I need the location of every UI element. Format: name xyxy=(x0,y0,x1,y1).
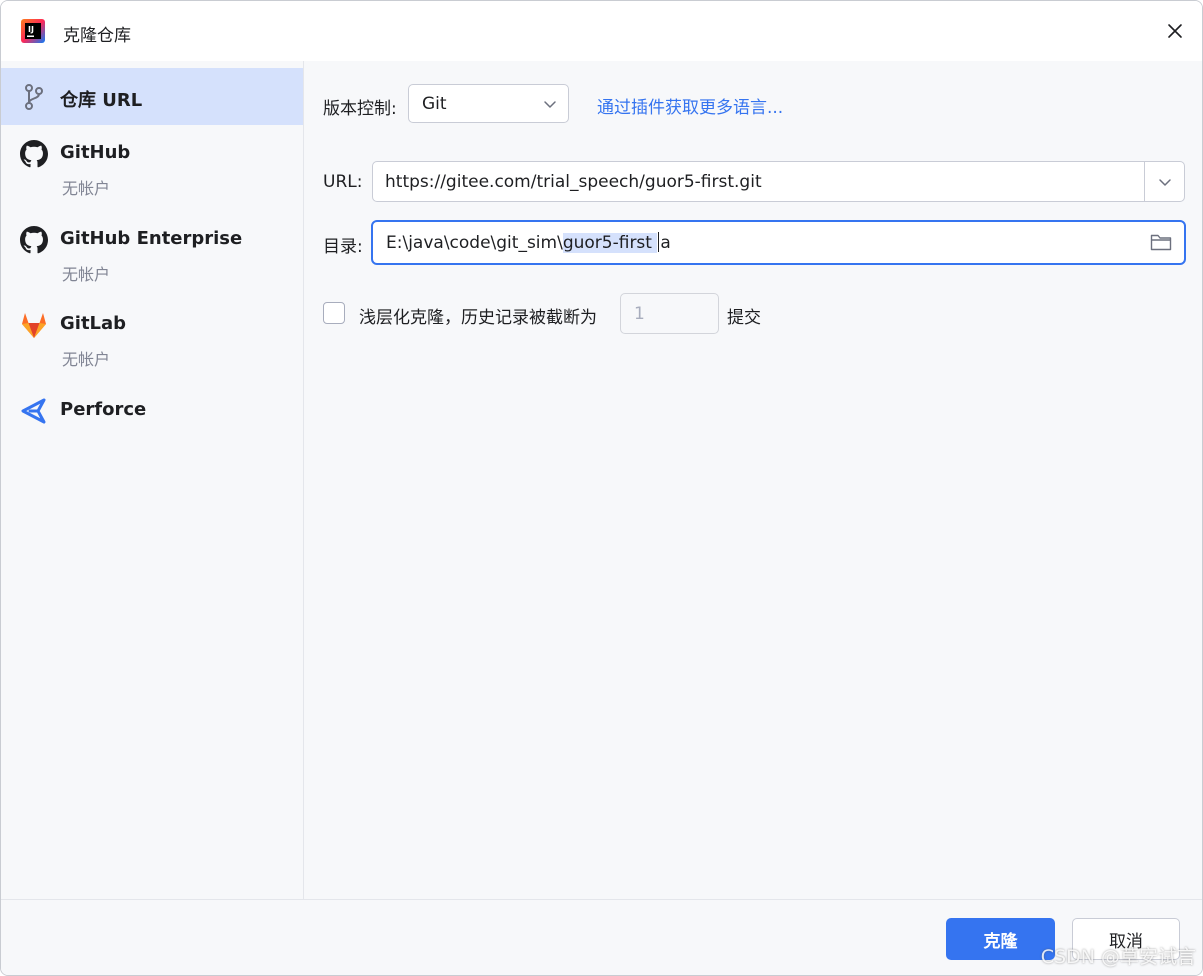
clone-repository-dialog: IJ 克隆仓库 仓库 URL GitHub 无帐户 GitHub Enterpr… xyxy=(0,0,1203,976)
shallow-clone-label: 浅层化克隆，历史记录被截断为 xyxy=(359,308,597,328)
url-label: URL: xyxy=(323,172,363,192)
branch-icon xyxy=(19,82,49,112)
github-icon xyxy=(19,225,49,255)
sidebar-item-github-enterprise[interactable]: GitHub Enterprise 无帐户 xyxy=(1,217,303,291)
sidebar-item-label: 仓库 URL xyxy=(60,90,143,111)
shallow-depth-value: 1 xyxy=(634,304,645,324)
sidebar-item-label: GitHub xyxy=(60,142,131,163)
sidebar-item-account-status: 无帐户 xyxy=(62,265,111,284)
chevron-down-icon xyxy=(1158,178,1171,186)
directory-path-suffix: a xyxy=(660,233,671,253)
directory-label: 目录: xyxy=(323,237,363,257)
clone-button[interactable]: 克隆 xyxy=(946,918,1055,960)
vcs-label: 版本控制: xyxy=(323,99,397,119)
sidebar-item-repository-url[interactable]: 仓库 URL xyxy=(1,68,303,125)
svg-text:IJ: IJ xyxy=(28,25,34,34)
window-title: 克隆仓库 xyxy=(63,26,131,46)
sidebar-item-label: Perforce xyxy=(60,399,147,420)
close-icon xyxy=(1168,24,1182,38)
shallow-clone-checkbox[interactable] xyxy=(323,302,345,324)
folder-icon[interactable] xyxy=(1150,232,1172,252)
shallow-depth-unit: 提交 xyxy=(727,308,761,328)
sidebar-item-gitlab[interactable]: GitLab 无帐户 xyxy=(1,302,303,376)
close-button[interactable] xyxy=(1159,15,1191,47)
intellij-idea-icon: IJ xyxy=(21,19,45,43)
perforce-icon xyxy=(19,396,49,426)
vcs-selected-value: Git xyxy=(422,94,447,114)
url-input[interactable] xyxy=(385,162,1125,201)
gitlab-icon xyxy=(19,310,49,340)
watermark: CSDN @草安试言 xyxy=(1040,946,1196,968)
sidebar-item-label: GitLab xyxy=(60,313,127,334)
github-icon xyxy=(19,139,49,169)
sidebar-item-account-status: 无帐户 xyxy=(62,179,111,198)
shallow-depth-input[interactable]: 1 xyxy=(620,293,719,334)
sidebar-item-github[interactable]: GitHub 无帐户 xyxy=(1,131,303,205)
title-bar: IJ 克隆仓库 xyxy=(1,1,1202,61)
directory-input[interactable]: E:\java\code\git_sim\guor5-first a xyxy=(371,220,1186,265)
chevron-down-icon xyxy=(544,101,556,108)
get-more-vcs-plugins-link[interactable]: 通过插件获取更多语言... xyxy=(597,93,783,118)
directory-path-prefix: E:\java\code\git_sim\ xyxy=(386,233,563,253)
main-panel: 版本控制: Git 通过插件获取更多语言... URL: 目录: E:\java… xyxy=(304,61,1202,899)
sidebar: 仓库 URL GitHub 无帐户 GitHub Enterprise 无帐户 xyxy=(1,61,304,899)
dialog-footer: 克隆 取消 xyxy=(1,899,1202,975)
url-history-dropdown-button[interactable] xyxy=(1145,162,1184,201)
directory-selected-text: guor5-first xyxy=(562,233,658,253)
vcs-select[interactable]: Git xyxy=(408,84,569,123)
sidebar-item-perforce[interactable]: Perforce xyxy=(1,391,303,431)
sidebar-item-label: GitHub Enterprise xyxy=(60,228,243,249)
url-combobox xyxy=(372,161,1185,202)
sidebar-item-account-status: 无帐户 xyxy=(62,350,111,369)
directory-input-text[interactable]: E:\java\code\git_sim\guor5-first a xyxy=(386,232,671,253)
